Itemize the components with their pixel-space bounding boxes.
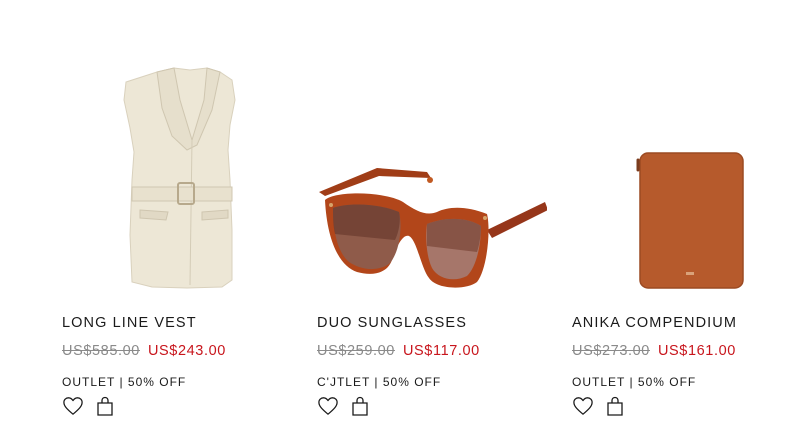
shopping-bag-icon[interactable] — [351, 396, 369, 416]
product-grid: LONG LINE VEST US$585.00 US$243.00 OUTLET… — [0, 0, 797, 440]
heart-icon[interactable] — [572, 396, 594, 416]
product-image-sunglasses[interactable] — [317, 40, 548, 310]
product-prices: US$273.00 US$161.00 — [572, 343, 736, 359]
product-actions — [317, 396, 369, 416]
outlet-badge: C'JTLET | 50% OFF — [317, 375, 442, 389]
product-card-anika-compendium[interactable]: ANIKA COMPENDIUM US$273.00 US$161.00 OUTL… — [572, 0, 797, 440]
sale-price: US$161.00 — [657, 343, 736, 359]
sale-price: US$243.00 — [147, 343, 226, 359]
product-actions — [572, 396, 624, 416]
shopping-bag-icon[interactable] — [606, 396, 624, 416]
original-price: US$259.00 — [317, 343, 395, 359]
original-price: US$585.00 — [62, 343, 140, 359]
product-prices: US$585.00 US$243.00 — [62, 343, 226, 359]
heart-icon[interactable] — [62, 396, 84, 416]
product-actions — [62, 396, 114, 416]
sale-price: US$117.00 — [402, 343, 480, 359]
original-price: US$273.00 — [572, 343, 650, 359]
outlet-badge: OUTLET | 50% OFF — [62, 375, 187, 389]
product-card-duo-sunglasses[interactable]: DUO SUNGLASSES US$259.00 US$117.00 C'JTLE… — [317, 0, 548, 440]
shopping-bag-icon[interactable] — [96, 396, 114, 416]
vest-image — [123, 67, 236, 289]
product-prices: US$259.00 US$117.00 — [317, 343, 480, 359]
product-name[interactable]: ANIKA COMPENDIUM — [572, 315, 737, 331]
outlet-badge: OUTLET | 50% OFF — [572, 375, 697, 389]
product-name[interactable]: LONG LINE VEST — [62, 315, 197, 331]
heart-icon[interactable] — [317, 396, 339, 416]
compendium-image — [636, 152, 744, 289]
product-card-long-line-vest[interactable]: LONG LINE VEST US$585.00 US$243.00 OUTLET… — [62, 0, 292, 440]
product-image-compendium[interactable] — [572, 40, 797, 310]
product-image-vest[interactable] — [62, 40, 292, 310]
product-name[interactable]: DUO SUNGLASSES — [317, 315, 467, 331]
sunglasses-image — [319, 168, 548, 288]
